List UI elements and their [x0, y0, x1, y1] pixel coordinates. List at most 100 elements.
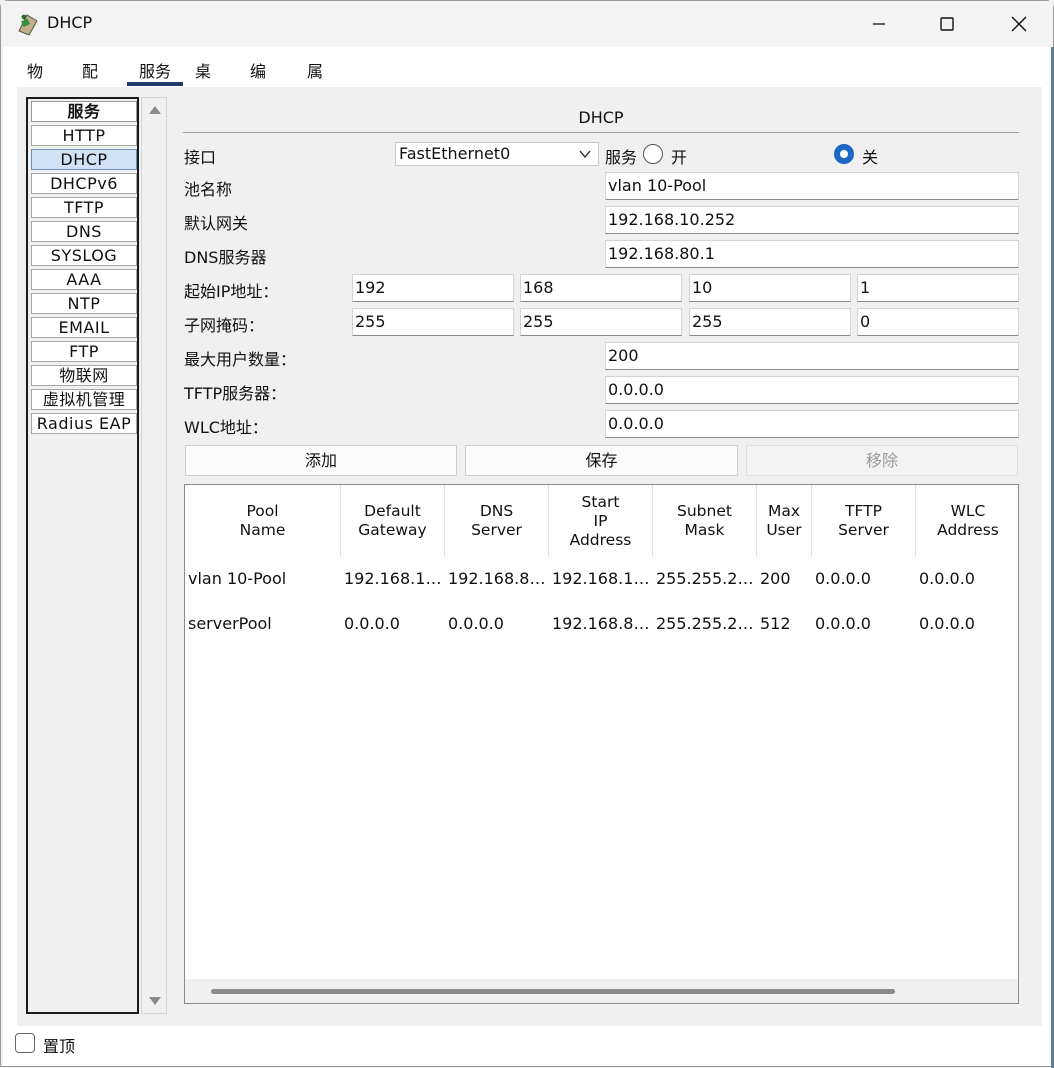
interface-select[interactable]: FastEthernet0: [395, 142, 599, 166]
tftp-server-field[interactable]: 0.0.0.0: [605, 376, 1019, 404]
table-cell: 192.168.80.0: [552, 614, 652, 633]
start-ip-octet-4[interactable]: 1: [857, 274, 1019, 302]
table-cell: 192.168.10…: [344, 569, 442, 588]
sidebar-item-dhcpv6[interactable]: DHCPv6: [31, 173, 137, 194]
header-text: Subnet: [677, 502, 732, 520]
services-sidebar: 服务 HTTP DHCP DHCPv6 TFTP DNS SYSLOG AAA …: [26, 97, 139, 1014]
table-cell: 512: [760, 614, 791, 633]
table-cell: 0.0.0.0: [919, 614, 975, 633]
chevron-down-icon: [579, 150, 591, 159]
window-title: DHCP: [47, 13, 93, 32]
scroll-up-icon[interactable]: [149, 106, 161, 114]
subnet-octet-2[interactable]: 255: [520, 308, 682, 336]
close-button[interactable]: [999, 9, 1039, 39]
table-cell: 0.0.0.0: [919, 569, 975, 588]
header-text: Max: [767, 502, 801, 520]
max-users-label: 最大用户数量：: [184, 350, 297, 369]
header-text: TFTP: [845, 502, 882, 520]
service-on-label: 开: [671, 148, 688, 167]
col-tftp-server[interactable]: TFTP Server: [812, 485, 916, 557]
start-ip-octet-2[interactable]: 168: [520, 274, 682, 302]
subnet-octet-4[interactable]: 0: [857, 308, 1019, 336]
header-text: Server: [471, 521, 522, 539]
table-cell: serverPool: [188, 614, 272, 633]
tab-attributes[interactable]: 属性: [307, 59, 323, 107]
table-cell: 0.0.0.0: [815, 569, 871, 588]
remove-button[interactable]: 移除: [746, 445, 1018, 476]
table-cell: vlan 10-Pool: [188, 569, 287, 588]
header-text: Mask: [684, 521, 725, 539]
header-text: IP: [593, 511, 608, 530]
sidebar-header: 服务: [31, 101, 137, 122]
header-text: Name: [239, 521, 286, 539]
pool-name-field[interactable]: vlan 10-Pool: [605, 172, 1019, 200]
service-off-label: 关: [862, 148, 879, 167]
add-button[interactable]: 添加: [185, 445, 457, 476]
panel-title: DHCP: [578, 108, 624, 127]
tab-programming[interactable]: 编程: [250, 59, 266, 107]
tab-physical[interactable]: 物理: [27, 59, 43, 107]
gateway-field[interactable]: 192.168.10.252: [605, 206, 1019, 234]
subnet-octet-1[interactable]: 255: [352, 308, 514, 336]
sidebar-item-vm-management[interactable]: 虚拟机管理: [31, 389, 137, 410]
sidebar-item-ftp[interactable]: FTP: [31, 341, 137, 362]
start-ip-octet-1[interactable]: 192: [352, 274, 514, 302]
col-wlc-address[interactable]: WLC Address: [916, 485, 1018, 557]
sidebar-item-radius-eap[interactable]: Radius EAP: [31, 413, 137, 434]
service-label: 服务: [605, 148, 638, 167]
gateway-label: 默认网关: [184, 214, 249, 233]
tftp-server-label: TFTP服务器：: [184, 384, 287, 403]
dns-server-field[interactable]: 192.168.80.1: [605, 240, 1019, 268]
pin-on-top-checkbox[interactable]: [15, 1033, 35, 1053]
tab-desktop[interactable]: 桌面: [195, 59, 211, 107]
header-text: Pool: [246, 502, 279, 520]
sidebar-item-http[interactable]: HTTP: [31, 125, 137, 146]
start-ip-octet-3[interactable]: 10: [689, 274, 851, 302]
save-button[interactable]: 保存: [465, 445, 738, 476]
sidebar-item-email[interactable]: EMAIL: [31, 317, 137, 338]
header-text: DNS: [479, 502, 514, 520]
scroll-down-icon[interactable]: [149, 997, 161, 1005]
table-cell: 255.255.25…: [656, 569, 754, 588]
header-text: Gateway: [358, 521, 427, 539]
sidebar-item-tftp[interactable]: TFTP: [31, 197, 137, 218]
col-start-ip[interactable]: Start IP Address: [549, 485, 653, 557]
sidebar-scrollbar[interactable]: [141, 97, 167, 1014]
table-cell: 192.168.10.1: [552, 569, 652, 588]
maximize-button[interactable]: [927, 9, 967, 39]
sidebar-item-syslog[interactable]: SYSLOG: [31, 245, 137, 266]
dhcp-window: DHCP 物理 配置 服务 桌面 编程 属性 服务 HTTP DHCP DHCP…: [0, 0, 1054, 1068]
table-horizontal-scrollbar[interactable]: [185, 979, 1018, 1003]
service-on-radio[interactable]: [643, 144, 663, 164]
sidebar-item-dns[interactable]: DNS: [31, 221, 137, 242]
sidebar-item-iot[interactable]: 物联网: [31, 365, 137, 386]
sidebar-item-aaa[interactable]: AAA: [31, 269, 137, 290]
sidebar-item-ntp[interactable]: NTP: [31, 293, 137, 314]
sidebar-item-dhcp[interactable]: DHCP: [31, 149, 137, 170]
interface-value: FastEthernet0: [399, 144, 511, 163]
app-icon: [18, 14, 38, 36]
col-max-user[interactable]: Max User: [757, 485, 812, 557]
tab-config[interactable]: 配置: [82, 59, 98, 107]
service-off-radio[interactable]: [834, 144, 854, 164]
scrollbar-thumb[interactable]: [211, 989, 895, 994]
header-text: WLC: [950, 502, 986, 520]
minimize-button[interactable]: [859, 9, 899, 39]
panel-divider: [183, 132, 1019, 133]
tab-services[interactable]: 服务: [127, 59, 183, 86]
header-text: Start: [581, 492, 620, 511]
wlc-address-field[interactable]: 0.0.0.0: [605, 410, 1019, 438]
subnet-mask-label: 子网掩码：: [184, 316, 265, 335]
header-text: Server: [838, 521, 889, 539]
table-cell: 200: [760, 569, 791, 588]
col-subnet-mask[interactable]: Subnet Mask: [653, 485, 757, 557]
table-cell: 255.255.25…: [656, 614, 754, 633]
close-icon: [1011, 16, 1027, 32]
subnet-octet-3[interactable]: 255: [689, 308, 851, 336]
col-dns-server[interactable]: DNS Server: [445, 485, 549, 557]
title-bar[interactable]: DHCP: [1, 1, 1053, 47]
header-text: Default: [364, 502, 421, 520]
col-default-gateway[interactable]: Default Gateway: [341, 485, 445, 557]
col-pool-name[interactable]: Pool Name: [185, 485, 341, 557]
max-users-field[interactable]: 200: [605, 342, 1019, 370]
